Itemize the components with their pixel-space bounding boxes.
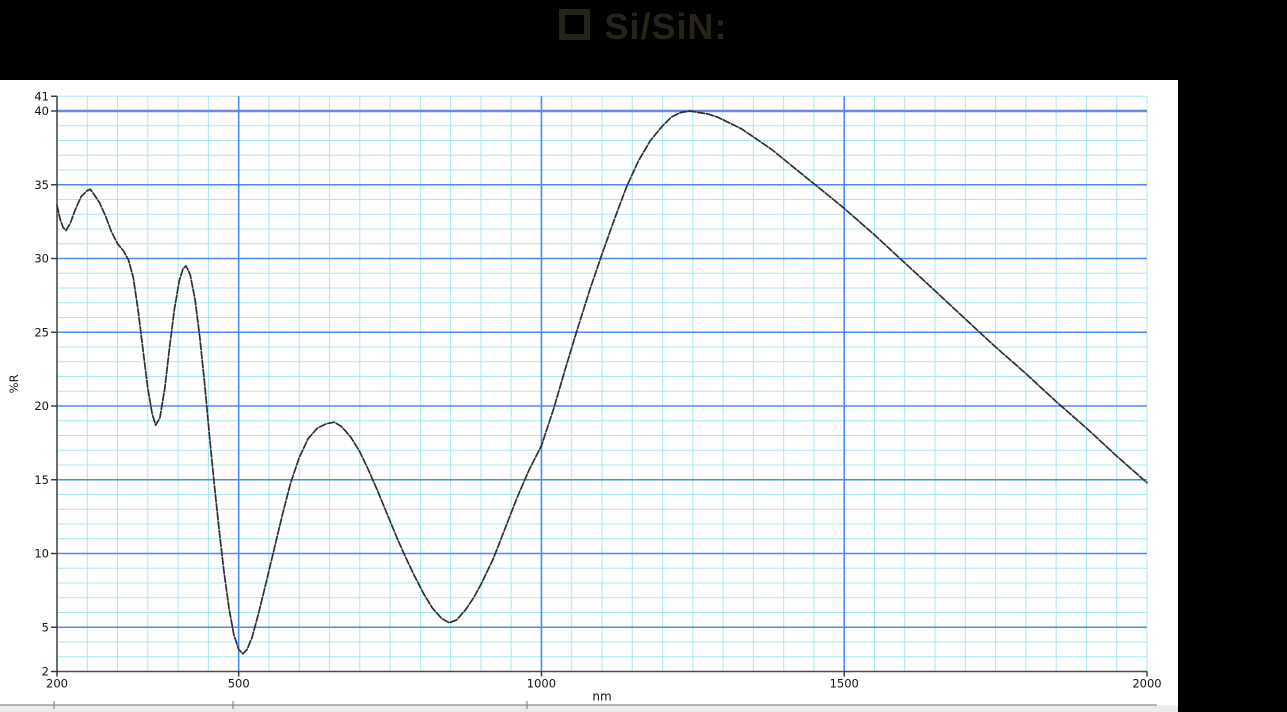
svg-text:30: 30 <box>34 252 49 266</box>
svg-text:41: 41 <box>34 89 49 103</box>
cropped-table-edge <box>0 701 1178 712</box>
svg-text:200: 200 <box>46 677 68 691</box>
slide-title-text: Si/SiN: <box>604 6 728 47</box>
svg-text:10: 10 <box>34 547 49 561</box>
square-bullet-icon <box>559 9 591 40</box>
svg-text:40: 40 <box>34 104 49 118</box>
grid-minor <box>57 95 1148 672</box>
svg-text:5: 5 <box>42 620 49 634</box>
axis-tick-labels: 251015202530354041200 500 1000 1500 2000nm%R <box>7 89 1162 703</box>
svg-text:1500: 1500 <box>830 677 859 691</box>
y-axis-label: %R <box>7 374 21 393</box>
axes <box>51 95 1148 677</box>
svg-text:1000: 1000 <box>527 677 556 691</box>
reflectance-chart: 2 5 10 15 20 25 30 35 40 41 200 500 1000 1500 2000 nm %R <box>0 80 1178 712</box>
slide: Si/SiN: 2 5 10 15 20 25 30 35 40 41 200 500 1000 1500… <box>0 0 1287 712</box>
svg-text:15: 15 <box>34 473 49 487</box>
x-axis-label: nm <box>592 690 611 704</box>
reflectance-chart-svg: 251015202530354041200 500 1000 1500 2000nm%R <box>0 89 1178 712</box>
svg-text:20: 20 <box>34 399 49 413</box>
svg-text:2000: 2000 <box>1132 677 1161 691</box>
slide-title: Si/SiN: <box>0 6 1287 48</box>
svg-text:35: 35 <box>34 178 49 192</box>
svg-text:25: 25 <box>34 325 49 339</box>
svg-text:500: 500 <box>228 677 250 691</box>
